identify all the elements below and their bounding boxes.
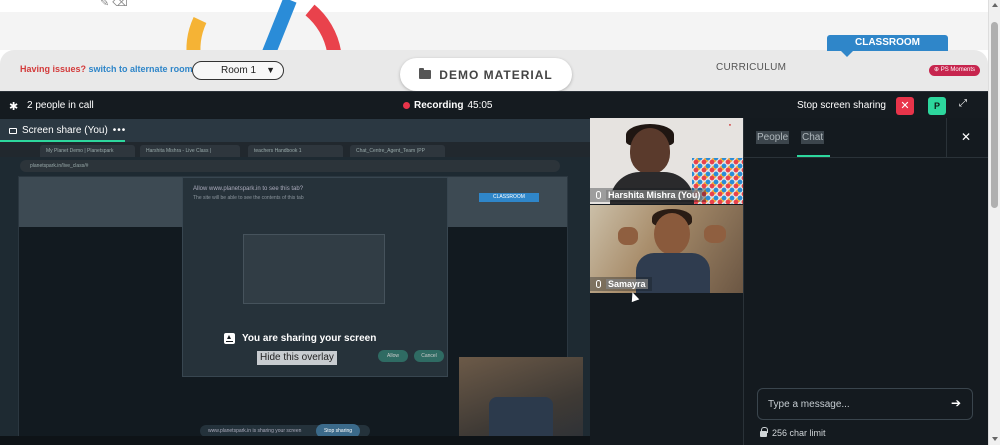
- participant-name-tag: Samayra: [590, 277, 652, 291]
- chat-sidebar: People Chat ✕ Type a message... ➔ 256 ch…: [744, 118, 988, 445]
- sharing-overlay: You are sharing your screen: [224, 333, 376, 344]
- shared-tab: Harshita Mishra - Live Class |: [140, 145, 240, 157]
- participant-hand: [704, 225, 726, 243]
- tab-chat[interactable]: Chat: [801, 131, 825, 144]
- video-tile-teacher[interactable]: ● Harshita Mishra (You): [590, 118, 744, 204]
- participant-hand: [618, 227, 638, 245]
- scroll-down-icon[interactable]: [992, 437, 998, 441]
- participant-face: [630, 128, 670, 174]
- shared-video-thumbnail: [459, 357, 583, 445]
- brand-logo-icon: ●: [728, 122, 732, 127]
- record-dot-icon: [403, 102, 410, 109]
- shared-browser-tabs: My Planet Demo | Planetspark Harshita Mi…: [0, 142, 590, 157]
- close-icon[interactable]: ✕: [961, 130, 971, 144]
- screen-share-tab[interactable]: Screen share (You) •••: [0, 119, 590, 142]
- gear-icon[interactable]: ✱: [9, 100, 18, 113]
- permission-subtitle: The site will be able to see the content…: [193, 195, 304, 201]
- sidebar-separator: [946, 118, 947, 158]
- sidebar-tabs: People Chat ✕: [744, 118, 988, 158]
- participant-name: Harshita Mishra (You): [606, 190, 703, 200]
- alternate-room-link[interactable]: switch to alternate room: [89, 64, 193, 74]
- shared-page: CLASSROOM Allow www.planetspark.in to se…: [18, 176, 583, 445]
- active-tab-indicator: [797, 155, 830, 157]
- mic-icon: [596, 280, 601, 288]
- shared-screen: My Planet Demo | Planetspark Harshita Mi…: [0, 142, 590, 445]
- char-limit-text: 256 char limit: [772, 428, 826, 438]
- sharing-overlay-text: You are sharing your screen: [242, 333, 377, 344]
- curriculum-tab[interactable]: CURRICULUM: [716, 62, 786, 73]
- video-tile-student[interactable]: Samayra: [590, 205, 744, 293]
- shared-classroom-tab: CLASSROOM: [479, 193, 539, 202]
- participant-face: [654, 213, 690, 255]
- stop-sharing-button[interactable]: ✕: [896, 97, 914, 115]
- scroll-thumb[interactable]: [991, 22, 998, 208]
- folder-icon: [419, 68, 432, 79]
- room-select[interactable]: Room 1 ▼: [192, 61, 284, 80]
- page-scrollbar[interactable]: [988, 0, 1000, 445]
- tab-preview: [243, 234, 385, 304]
- people-count: 2 people in call: [27, 100, 94, 111]
- more-options-icon[interactable]: •••: [113, 125, 127, 136]
- shared-url-bar: planetspark.in/live_class/#: [20, 160, 560, 172]
- taskbar: [0, 436, 590, 445]
- recording-time: 45:05: [467, 100, 493, 111]
- stop-screen-sharing-label: Stop screen sharing: [797, 100, 886, 111]
- lock-icon: [760, 427, 768, 437]
- call-toolbar: ✱ 2 people in call Recording 45:05 Stop …: [0, 92, 988, 118]
- caret-down-icon: ▼: [266, 65, 275, 75]
- participant-name: Samayra: [606, 279, 648, 289]
- hide-overlay-button[interactable]: Hide this overlay: [257, 351, 337, 365]
- message-input[interactable]: Type a message... ➔: [757, 388, 973, 420]
- permission-buttons: Allow Cancel: [378, 350, 444, 362]
- expand-icon[interactable]: ⤢: [959, 98, 967, 109]
- demo-material-label: DEMO MATERIAL: [439, 67, 553, 82]
- allow-button: Allow: [378, 350, 408, 362]
- ps-moments-label: PS Moments: [940, 67, 976, 73]
- avatar[interactable]: P: [928, 97, 946, 115]
- screen-share-title: Screen share (You): [22, 125, 108, 136]
- issues-text: Having issues?: [20, 64, 87, 74]
- tab-people[interactable]: People: [756, 131, 790, 144]
- scroll-up-icon[interactable]: [992, 3, 998, 7]
- issues-notice: Having issues? switch to alternate room: [20, 64, 193, 74]
- call-panel: ✱ 2 people in call Recording 45:05 Stop …: [0, 91, 988, 445]
- char-limit-note: 256 char limit: [760, 427, 826, 438]
- shared-tab: Chat_Centre_Agent_Team (PP: [350, 145, 445, 157]
- demo-material-button[interactable]: DEMO MATERIAL: [400, 58, 572, 91]
- permission-title: Allow www.planetspark.in to see this tab…: [193, 186, 304, 192]
- cancel-button: Cancel: [414, 350, 444, 362]
- mic-icon: [596, 191, 601, 199]
- participant-name-tag: Harshita Mishra (You): [590, 188, 707, 202]
- monitor-icon: [9, 127, 17, 134]
- shared-tab: teachers Handbook 1: [248, 145, 343, 157]
- edit-tools-icon[interactable]: ✎ ⌫: [100, 0, 128, 9]
- share-screen-icon: [224, 333, 235, 344]
- screen: ✎ ⌫ CLASSROOM Having issues? switch to a…: [0, 0, 1000, 445]
- ps-moments-badge[interactable]: ⊕ PS Moments: [929, 65, 981, 76]
- send-arrow-icon[interactable]: ➔: [951, 396, 961, 410]
- share-permission-dialog: Allow www.planetspark.in to see this tab…: [182, 177, 448, 377]
- recording-indicator: Recording 45:05: [403, 100, 492, 111]
- message-placeholder: Type a message...: [768, 399, 850, 410]
- shared-tab: My Planet Demo | Planetspark: [40, 145, 135, 157]
- recording-label: Recording: [414, 100, 464, 111]
- room-select-value: Room 1: [221, 65, 257, 76]
- screen-share-tab-label: Screen share (You) •••: [9, 125, 126, 136]
- classroom-tab[interactable]: CLASSROOM: [827, 35, 948, 57]
